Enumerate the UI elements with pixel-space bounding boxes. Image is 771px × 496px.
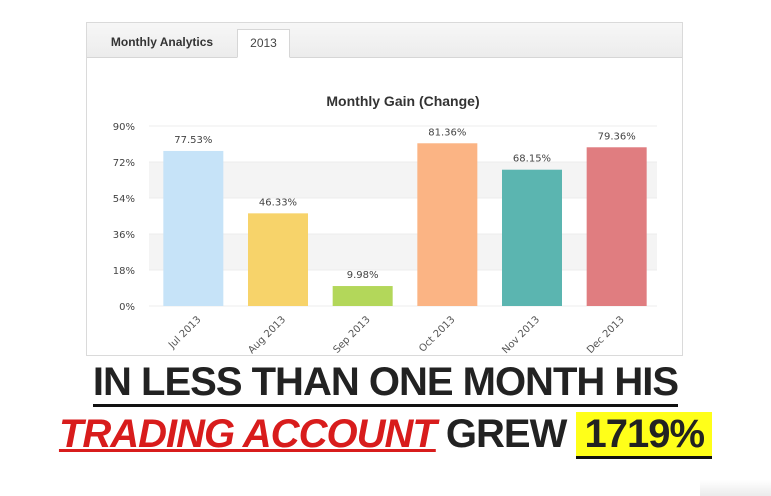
bar bbox=[417, 143, 478, 306]
headline-line-2: TRADING ACCOUNT GREW 1719% bbox=[0, 412, 771, 459]
data-label: 46.33% bbox=[259, 197, 297, 208]
headline-line-1: IN LESS THAN ONE MONTH HIS bbox=[0, 360, 771, 407]
headline-highlight: 1719% bbox=[576, 412, 713, 459]
x-tick-label: Aug 2013 bbox=[246, 314, 288, 355]
data-label: 81.36% bbox=[428, 127, 466, 138]
bar bbox=[332, 286, 393, 306]
data-label: 77.53% bbox=[174, 135, 212, 146]
x-tick-label: Nov 2013 bbox=[500, 314, 542, 355]
grid-band bbox=[149, 162, 657, 198]
monthly-gain-chart: Monthly Gain (Change) 90% 72% 54% 36% 18% 0% 77… bbox=[113, 93, 657, 355]
x-tick-label: Oct 2013 bbox=[417, 314, 457, 354]
tab-2013[interactable]: 2013 bbox=[237, 29, 290, 58]
page-corner-shadow bbox=[700, 480, 771, 496]
grid-band bbox=[149, 234, 657, 270]
x-tick-label: Dec 2013 bbox=[585, 314, 627, 355]
data-label: 68.15% bbox=[513, 154, 551, 165]
x-tick-label: Sep 2013 bbox=[331, 314, 372, 355]
y-tick-label: 54% bbox=[113, 194, 135, 205]
bar bbox=[248, 213, 308, 306]
y-tick-label: 72% bbox=[113, 158, 135, 169]
bar bbox=[586, 147, 647, 306]
analytics-widget: Monthly Analytics 2013 Monthly Gain (Cha… bbox=[86, 22, 683, 356]
y-tick-label: 90% bbox=[113, 122, 135, 133]
tab-monthly-analytics[interactable]: Monthly Analytics bbox=[87, 29, 237, 58]
data-label: 9.98% bbox=[347, 270, 379, 281]
headline-red-text: TRADING ACCOUNT bbox=[58, 412, 437, 456]
chart-title: Monthly Gain (Change) bbox=[326, 93, 479, 109]
bar bbox=[502, 169, 562, 306]
tab-bar: Monthly Analytics 2013 bbox=[87, 23, 682, 58]
headline-text-1: IN LESS THAN ONE MONTH HIS bbox=[92, 360, 679, 407]
data-label: 79.36% bbox=[598, 131, 636, 142]
y-tick-label: 18% bbox=[113, 266, 135, 277]
x-tick-label: Jul 2013 bbox=[166, 314, 203, 351]
y-tick-label: 0% bbox=[119, 302, 135, 313]
y-tick-label: 36% bbox=[113, 230, 135, 241]
headline-dark-text: GREW bbox=[445, 412, 567, 456]
bar bbox=[163, 150, 224, 306]
